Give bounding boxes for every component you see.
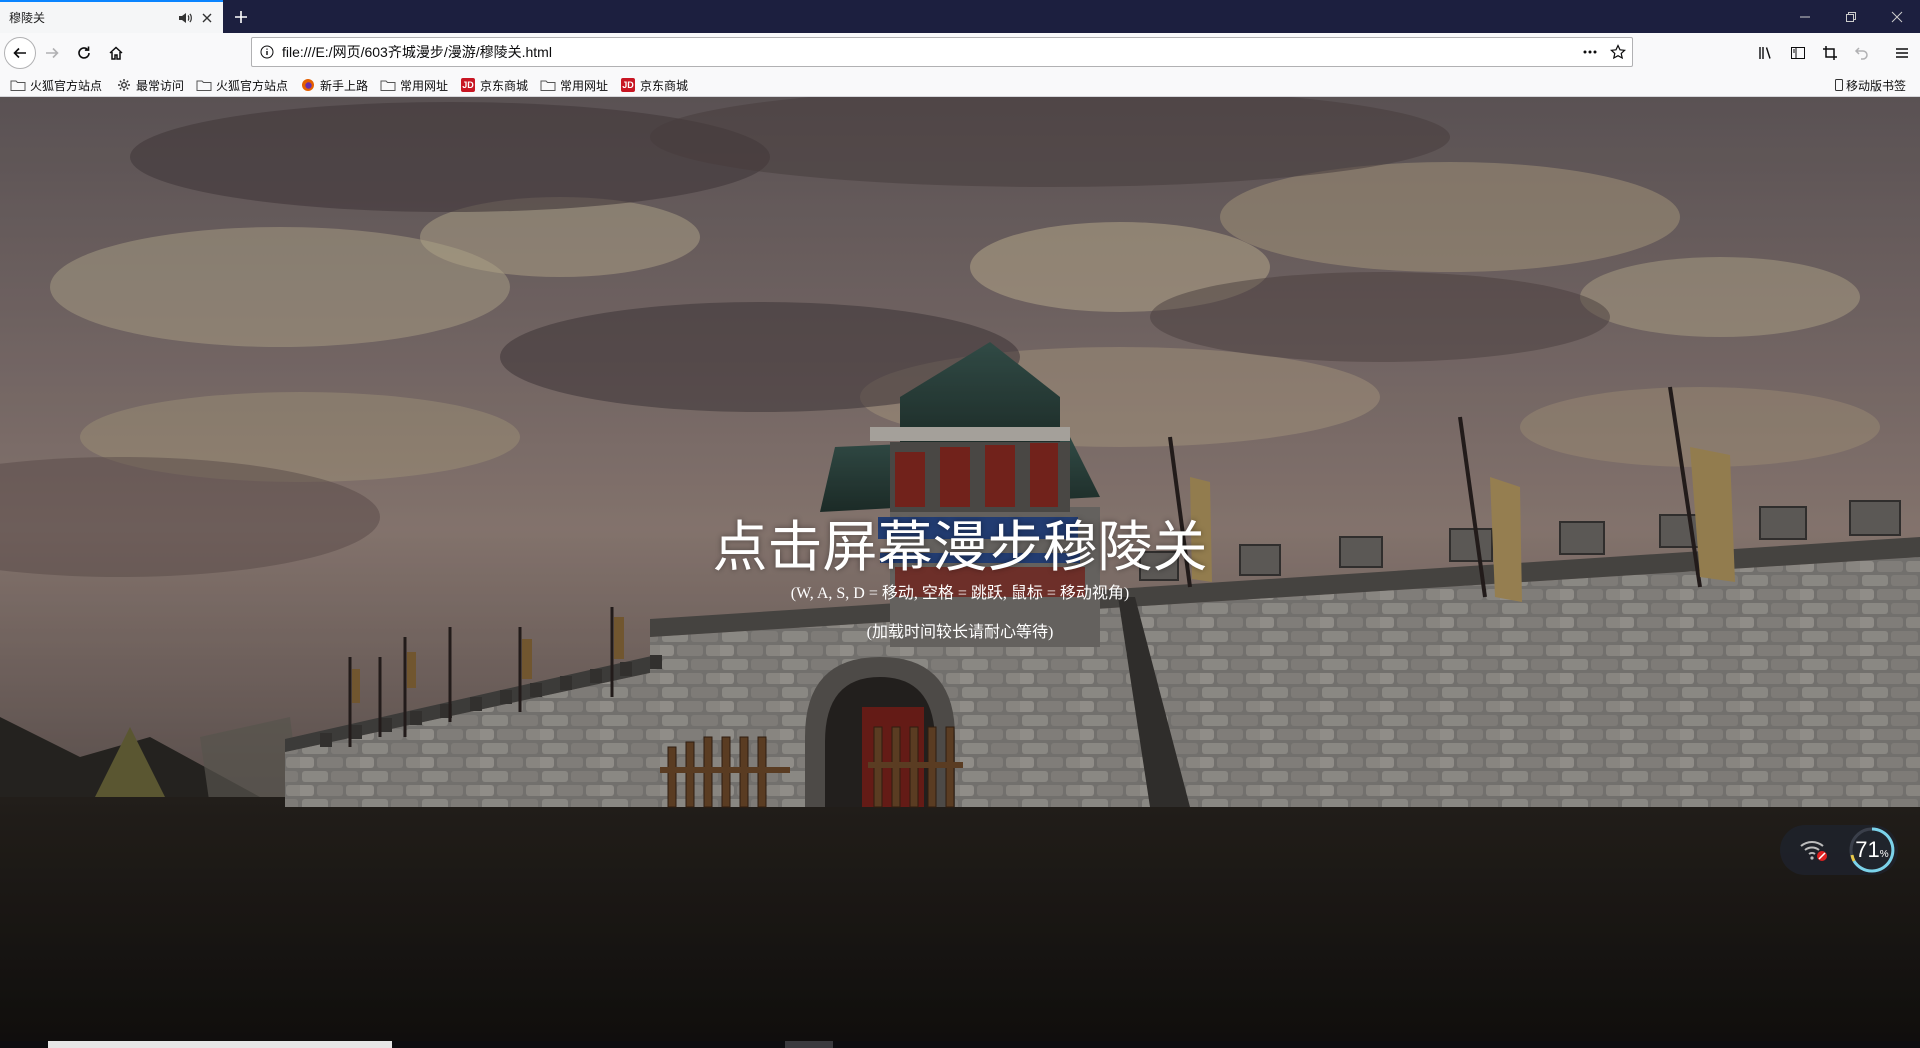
scene-canvas[interactable]: 点击屏幕漫步穆陵关 (W, A, S, D = 移动, 空格 = 跳跃, 鼠标 … xyxy=(0,97,1920,1041)
tab-title: 穆陵关 xyxy=(9,11,46,25)
sidebar-icon[interactable] xyxy=(1782,37,1814,69)
bookmark-label: 火狐官方站点 xyxy=(216,78,289,93)
bookmark-label: 新手上路 xyxy=(320,78,369,93)
bookmark-item[interactable]: 最常访问 xyxy=(116,75,184,95)
bookmark-label: 常用网址 xyxy=(400,78,449,93)
gear-icon xyxy=(116,77,132,93)
bookmark-item[interactable]: JD 京东商城 xyxy=(620,75,688,95)
bookmark-item[interactable]: 常用网址 xyxy=(540,75,608,95)
network-speed-widget[interactable]: 71% xyxy=(1780,825,1898,875)
bookmark-label: 常用网址 xyxy=(560,78,609,93)
tab-active[interactable]: 穆陵关 xyxy=(0,0,223,33)
bookmark-label: 京东商城 xyxy=(640,78,689,93)
undo-icon[interactable] xyxy=(1846,37,1878,69)
bookmark-item[interactable]: 常用网址 xyxy=(380,75,448,95)
bookmark-label: 京东商城 xyxy=(480,78,529,93)
bookmark-item[interactable]: 新手上路 xyxy=(300,75,368,95)
bookmark-item[interactable]: JD 京东商城 xyxy=(460,75,528,95)
bookmark-label: 火狐官方站点 xyxy=(30,78,103,93)
navigation-bar: file:///E:/网页/603齐城漫步/漫游/穆陵关.html xyxy=(0,33,1920,73)
restore-button[interactable] xyxy=(1828,0,1874,33)
speaker-icon[interactable] xyxy=(177,10,193,26)
usage-value: 71% xyxy=(1855,837,1889,862)
menu-icon[interactable] xyxy=(1886,37,1918,69)
bookmarks-toolbar: 火狐官方站点 最常访问 火狐官方站点 新手上路 常用网址 JD 京东商城 常用网… xyxy=(0,73,1920,97)
screenshot-icon[interactable] xyxy=(1814,37,1846,69)
back-button[interactable] xyxy=(4,37,36,69)
forward-button[interactable] xyxy=(36,37,68,69)
jd-icon: JD xyxy=(621,78,635,92)
window-close-button[interactable] xyxy=(1874,0,1920,33)
url-text[interactable]: file:///E:/网页/603齐城漫步/漫游/穆陵关.html xyxy=(282,42,1576,62)
controls-hint: (W, A, S, D = 移动, 空格 = 跳跃, 鼠标 = 移动视角) xyxy=(790,585,1130,602)
page-actions-icon[interactable] xyxy=(1576,38,1604,66)
info-icon[interactable] xyxy=(252,38,282,66)
scene-title: 点击屏幕漫步穆陵关 xyxy=(712,516,1208,578)
url-bar[interactable]: file:///E:/网页/603齐城漫步/漫游/穆陵关.html xyxy=(251,37,1633,67)
close-icon[interactable] xyxy=(199,10,215,26)
phone-icon xyxy=(1834,77,1844,93)
folder-icon xyxy=(10,77,26,93)
taskbar xyxy=(0,1041,1920,1048)
library-icon[interactable] xyxy=(1750,37,1782,69)
bookmark-star-icon[interactable] xyxy=(1604,38,1632,66)
taskbar-item[interactable] xyxy=(48,1041,392,1048)
home-button[interactable] xyxy=(100,37,132,69)
firefox-icon xyxy=(300,77,316,93)
folder-icon xyxy=(380,77,396,93)
bookmark-label: 最常访问 xyxy=(136,78,185,93)
loading-hint: (加载时间较长请耐心等待) xyxy=(866,624,1054,641)
taskbar-item[interactable] xyxy=(785,1041,833,1048)
bookmark-item[interactable]: 火狐官方站点 xyxy=(196,75,288,95)
jd-icon: JD xyxy=(461,78,475,92)
wifi-disabled-icon xyxy=(1794,830,1834,870)
minimize-button[interactable] xyxy=(1782,0,1828,33)
reload-button[interactable] xyxy=(68,37,100,69)
bookmark-item[interactable]: 火狐官方站点 xyxy=(10,75,102,95)
mobile-bookmarks-label: 移动版书签 xyxy=(1846,78,1907,93)
tab-strip: 穆陵关 xyxy=(0,0,1920,33)
folder-icon xyxy=(196,77,212,93)
folder-icon xyxy=(540,77,556,93)
new-tab-button[interactable] xyxy=(228,4,254,30)
mobile-bookmarks[interactable]: 移动版书签 xyxy=(1834,75,1906,95)
